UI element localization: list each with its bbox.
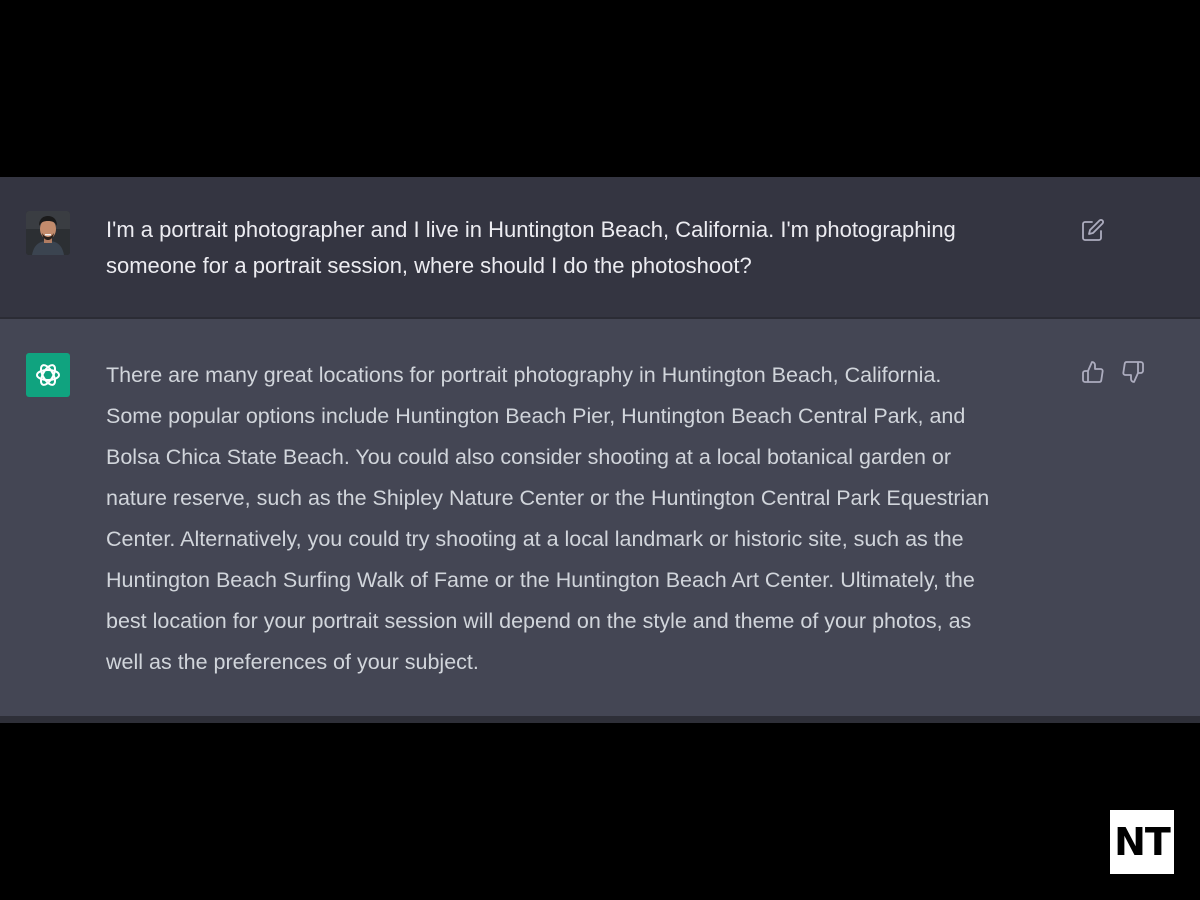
row-bottom-edge — [0, 716, 1200, 723]
thumbs-down-button[interactable] — [1120, 359, 1146, 385]
chat-screenshot: I'm a portrait photographer and I live i… — [0, 0, 1200, 900]
thumbs-up-button[interactable] — [1080, 359, 1106, 385]
nt-logo-watermark: NT — [1110, 810, 1174, 874]
edit-icon — [1082, 219, 1104, 241]
user-avatar — [26, 211, 70, 255]
openai-logo-icon — [36, 364, 60, 386]
thumbs-up-icon — [1082, 361, 1104, 383]
edit-message-button[interactable] — [1080, 217, 1106, 243]
user-avatar-photo — [26, 211, 70, 255]
user-message-text: I'm a portrait photographer and I live i… — [106, 217, 956, 278]
assistant-avatar — [26, 353, 70, 397]
assistant-message-text: There are many great locations for portr… — [106, 363, 990, 674]
thumbs-down-icon — [1122, 361, 1144, 383]
